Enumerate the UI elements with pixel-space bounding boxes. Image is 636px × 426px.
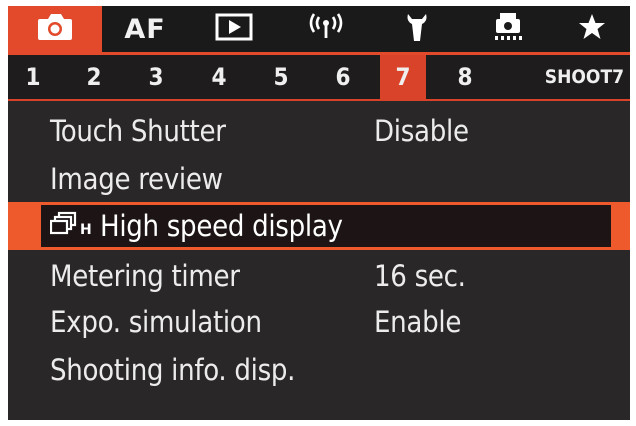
page-tab-bar: 1 2 3 4 5 6 7 8 SHOOT7 (8, 55, 630, 99)
menu-item-metering-timer[interactable]: Metering timer 16 sec. (8, 252, 630, 300)
play-icon (215, 13, 253, 45)
tab-setup[interactable] (372, 6, 462, 52)
menu-item-label: Touch Shutter (50, 114, 226, 148)
camera-menu-screen: AF 1 2 3 4 5 6 7 8 SHOOT7 Touch Shutter … (8, 6, 630, 420)
page-tab-6[interactable]: 6 (320, 55, 366, 99)
star-icon (577, 12, 607, 46)
tab-af[interactable]: AF (102, 6, 188, 52)
page-tab-2[interactable]: 2 (71, 55, 117, 99)
menu-item-image-review[interactable]: Image review (8, 155, 630, 203)
menu-item-value: Disable (374, 114, 469, 148)
tab-custom-functions[interactable] (462, 6, 554, 52)
menu-item-label: Metering timer (50, 259, 240, 293)
menu-item-touch-shutter[interactable]: Touch Shutter Disable (8, 107, 630, 155)
page-tab-1[interactable]: 1 (10, 55, 56, 99)
menu-item-shooting-info-disp[interactable]: Shooting info. disp. (8, 346, 630, 394)
wireless-icon (306, 12, 346, 46)
tab-shooting[interactable] (8, 6, 102, 52)
menu-item-label: Image review (50, 162, 223, 196)
menu-item-label-wrap: H High speed display (49, 202, 343, 250)
menu-item-value: Enable (374, 305, 462, 339)
wrench-icon (402, 11, 432, 47)
menu-item-label: Expo. simulation (50, 305, 262, 339)
menu-item-label: Shooting info. disp. (50, 353, 296, 387)
svg-text:H: H (80, 222, 91, 236)
menu-item-expo-simulation[interactable]: Expo. simulation Enable (8, 298, 630, 346)
tab-playback[interactable] (188, 6, 280, 52)
menu-item-value: 16 sec. (374, 259, 466, 293)
section-label: SHOOT7 (544, 66, 624, 88)
high-speed-display-icon: H (49, 209, 96, 243)
category-tab-bar: AF (8, 6, 630, 52)
tab-my-menu[interactable] (554, 6, 630, 52)
page-tab-7[interactable]: 7 (380, 55, 426, 99)
page-tab-8[interactable]: 8 (442, 55, 488, 99)
page-tab-5[interactable]: 5 (258, 55, 304, 99)
page-underline (8, 99, 630, 101)
menu-item-label: High speed display (100, 209, 343, 243)
camera-icon (36, 12, 74, 46)
page-tab-4[interactable]: 4 (196, 55, 242, 99)
tab-af-label: AF (124, 13, 166, 45)
page-tab-3[interactable]: 3 (133, 55, 179, 99)
menu-item-high-speed-display[interactable]: H High speed display (8, 202, 630, 250)
tab-wireless[interactable] (280, 6, 372, 52)
custom-function-icon (491, 11, 525, 47)
